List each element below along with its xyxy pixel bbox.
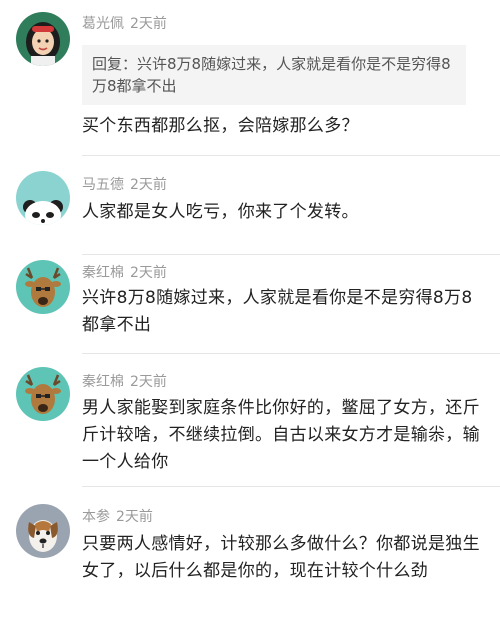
avatar[interactable]	[16, 260, 70, 314]
comment-item: 秦红棉 2天前 男人家能娶到家庭条件比你好的，鳖屈了女方，还斤斤计较啥，不继续拉倒…	[0, 355, 500, 487]
timestamp: 2天前	[130, 177, 167, 193]
timestamp: 2天前	[116, 509, 153, 525]
comment-item: 本参 2天前 只要两人感情好，计较那么多做什么？你都说是独生女了，以后什么都是你的…	[0, 488, 500, 626]
comment-meta: 本参 2天前	[82, 508, 153, 526]
quoted-reply[interactable]: 回复：兴许8万8随嫁过来，人家就是看你是不是穷得8万8都拿不出	[82, 45, 466, 105]
author-name[interactable]: 马五德	[82, 177, 124, 193]
author-name[interactable]: 秦红棉	[82, 265, 124, 281]
avatar[interactable]	[16, 171, 70, 225]
divider	[82, 486, 500, 487]
comment-body: 人家都是女人吃亏，你来了个发转。	[82, 202, 359, 222]
avatar[interactable]	[16, 367, 70, 421]
author-name[interactable]: 秦红棉	[82, 374, 124, 390]
cartoon-girl-icon	[16, 12, 70, 66]
comment-meta: 葛光佩 2天前	[82, 15, 167, 33]
reply-text: 兴许8万8随嫁过来，人家就是看你是不是穷得8万8都拿不出	[92, 55, 451, 95]
comment-body: 兴许8万8随嫁过来，人家就是看你是不是穷得8万8都拿不出	[82, 288, 473, 335]
timestamp: 2天前	[130, 265, 167, 281]
comment-item: 葛光佩 2天前 回复：兴许8万8随嫁过来，人家就是看你是不是穷得8万8都拿不出 买…	[0, 0, 500, 156]
comment-item: 马五德 2天前 人家都是女人吃亏，你来了个发转。	[0, 156, 500, 255]
comment-body: 只要两人感情好，计较那么多做什么？你都说是独生女了，以后什么都是你的，现在计较个…	[82, 534, 480, 581]
author-name[interactable]: 葛光佩	[82, 16, 124, 32]
avatar[interactable]	[16, 504, 70, 558]
reply-label: 回复：	[92, 55, 138, 73]
comment-meta: 秦红棉 2天前	[82, 264, 167, 282]
panda-icon	[16, 171, 70, 225]
comment-body: 买个东西都那么抠，会陪嫁那么多？	[82, 116, 359, 136]
timestamp: 2天前	[130, 374, 167, 390]
author-name[interactable]: 本参	[82, 509, 110, 525]
deer-icon	[16, 260, 70, 314]
comment-item: 秦红棉 2天前 兴许8万8随嫁过来，人家就是看你是不是穷得8万8都拿不出	[0, 255, 500, 354]
divider	[82, 353, 500, 354]
dog-icon	[16, 504, 70, 558]
timestamp: 2天前	[130, 16, 167, 32]
deer-icon	[16, 367, 70, 421]
comment-meta: 马五德 2天前	[82, 176, 167, 194]
comment-meta: 秦红棉 2天前	[82, 373, 167, 391]
avatar[interactable]	[16, 12, 70, 66]
comment-body: 男人家能娶到家庭条件比你好的，鳖屈了女方，还斤斤计较啥，不继续拉倒。自古以来女方…	[82, 398, 480, 472]
